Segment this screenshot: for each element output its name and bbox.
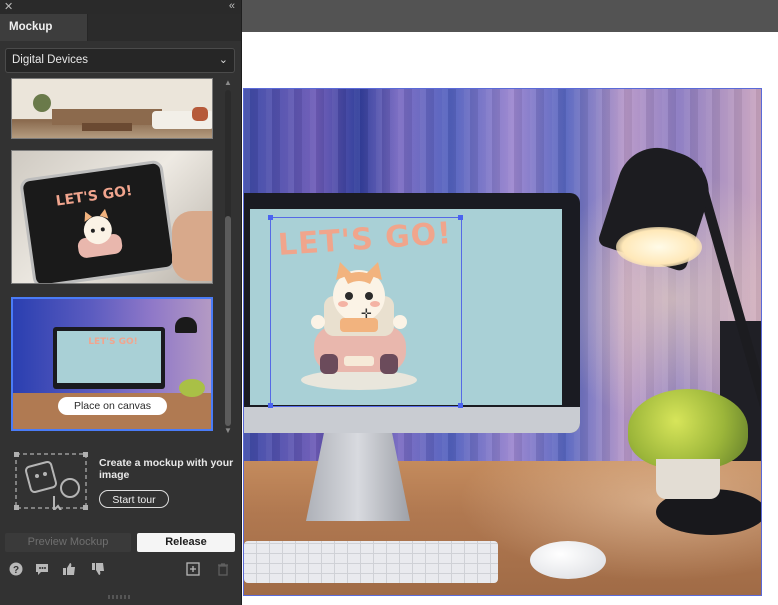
trash-icon <box>215 562 231 578</box>
mini-screen: LET'S GO! <box>57 331 161 383</box>
selection-handle[interactable] <box>268 403 273 408</box>
panel-titlebar <box>0 0 241 14</box>
category-select-value: Digital Devices <box>12 54 89 66</box>
keyboard <box>244 541 498 583</box>
mini-plant <box>179 379 205 397</box>
promo-text: Create a mockup with your image <box>99 457 234 481</box>
tablet-image: LET'S GO! <box>19 159 177 283</box>
thumbs-down-icon[interactable] <box>90 562 106 578</box>
place-on-canvas-button[interactable]: Place on canvas <box>58 397 167 415</box>
scroll-thumb[interactable] <box>225 216 231 426</box>
svg-text:?: ? <box>13 565 19 576</box>
mini-artwork-title: LET'S GO! <box>88 337 138 347</box>
mockup-thumbnail-living-room[interactable] <box>11 78 213 139</box>
category-select[interactable]: Digital Devices ⌄ <box>5 48 235 73</box>
plant-pot <box>656 459 720 499</box>
selection-handle[interactable] <box>458 215 463 220</box>
mockup-placeholder-icon <box>14 452 88 510</box>
thumbs-up-icon[interactable] <box>61 562 77 578</box>
scroll-down-icon[interactable]: ▼ <box>224 426 232 435</box>
cat-mini-illustration <box>77 208 123 258</box>
tab-mockup[interactable]: Mockup (Beta) <box>0 14 88 60</box>
tab-bar <box>88 14 241 41</box>
feedback-icon[interactable] <box>34 562 50 578</box>
release-button[interactable]: Release <box>137 533 235 552</box>
mockup-thumbnail-tablet[interactable]: LET'S GO! <box>11 150 213 284</box>
crosshair-cursor-icon: ✛ <box>361 306 372 321</box>
tablet-artwork-title: LET'S GO! <box>54 182 134 210</box>
add-icon[interactable] <box>185 562 201 578</box>
living-room-image <box>12 79 212 131</box>
start-tour-button[interactable]: Start tour <box>99 490 169 508</box>
lamp-bulb <box>616 227 702 267</box>
collapse-icon[interactable]: « <box>229 0 235 12</box>
thumbnail-scrollbar[interactable]: ▲ ▼ <box>224 78 232 438</box>
chevron-down-icon: ⌄ <box>218 54 228 66</box>
mini-monitor: LET'S GO! <box>53 327 165 389</box>
plant <box>628 389 748 469</box>
selection-handle[interactable] <box>458 403 463 408</box>
selection-handle[interactable] <box>268 215 273 220</box>
mouse <box>530 541 606 579</box>
monitor-chin <box>244 407 580 433</box>
mini-lamp <box>175 317 197 333</box>
mockup-thumbnail-desk-monitor[interactable]: LET'S GO! Place on canvas <box>11 297 213 431</box>
scroll-up-icon[interactable]: ▲ <box>224 78 232 87</box>
help-icon[interactable]: ? <box>8 562 24 578</box>
panel-resize-grip[interactable] <box>108 595 132 599</box>
preview-mockup-button[interactable]: Preview Mockup <box>5 533 131 552</box>
hand <box>172 211 212 281</box>
mockup-panel: ✕ « Mockup (Beta) Digital Devices ⌄ LET'… <box>0 0 242 605</box>
close-icon[interactable]: ✕ <box>4 0 13 13</box>
